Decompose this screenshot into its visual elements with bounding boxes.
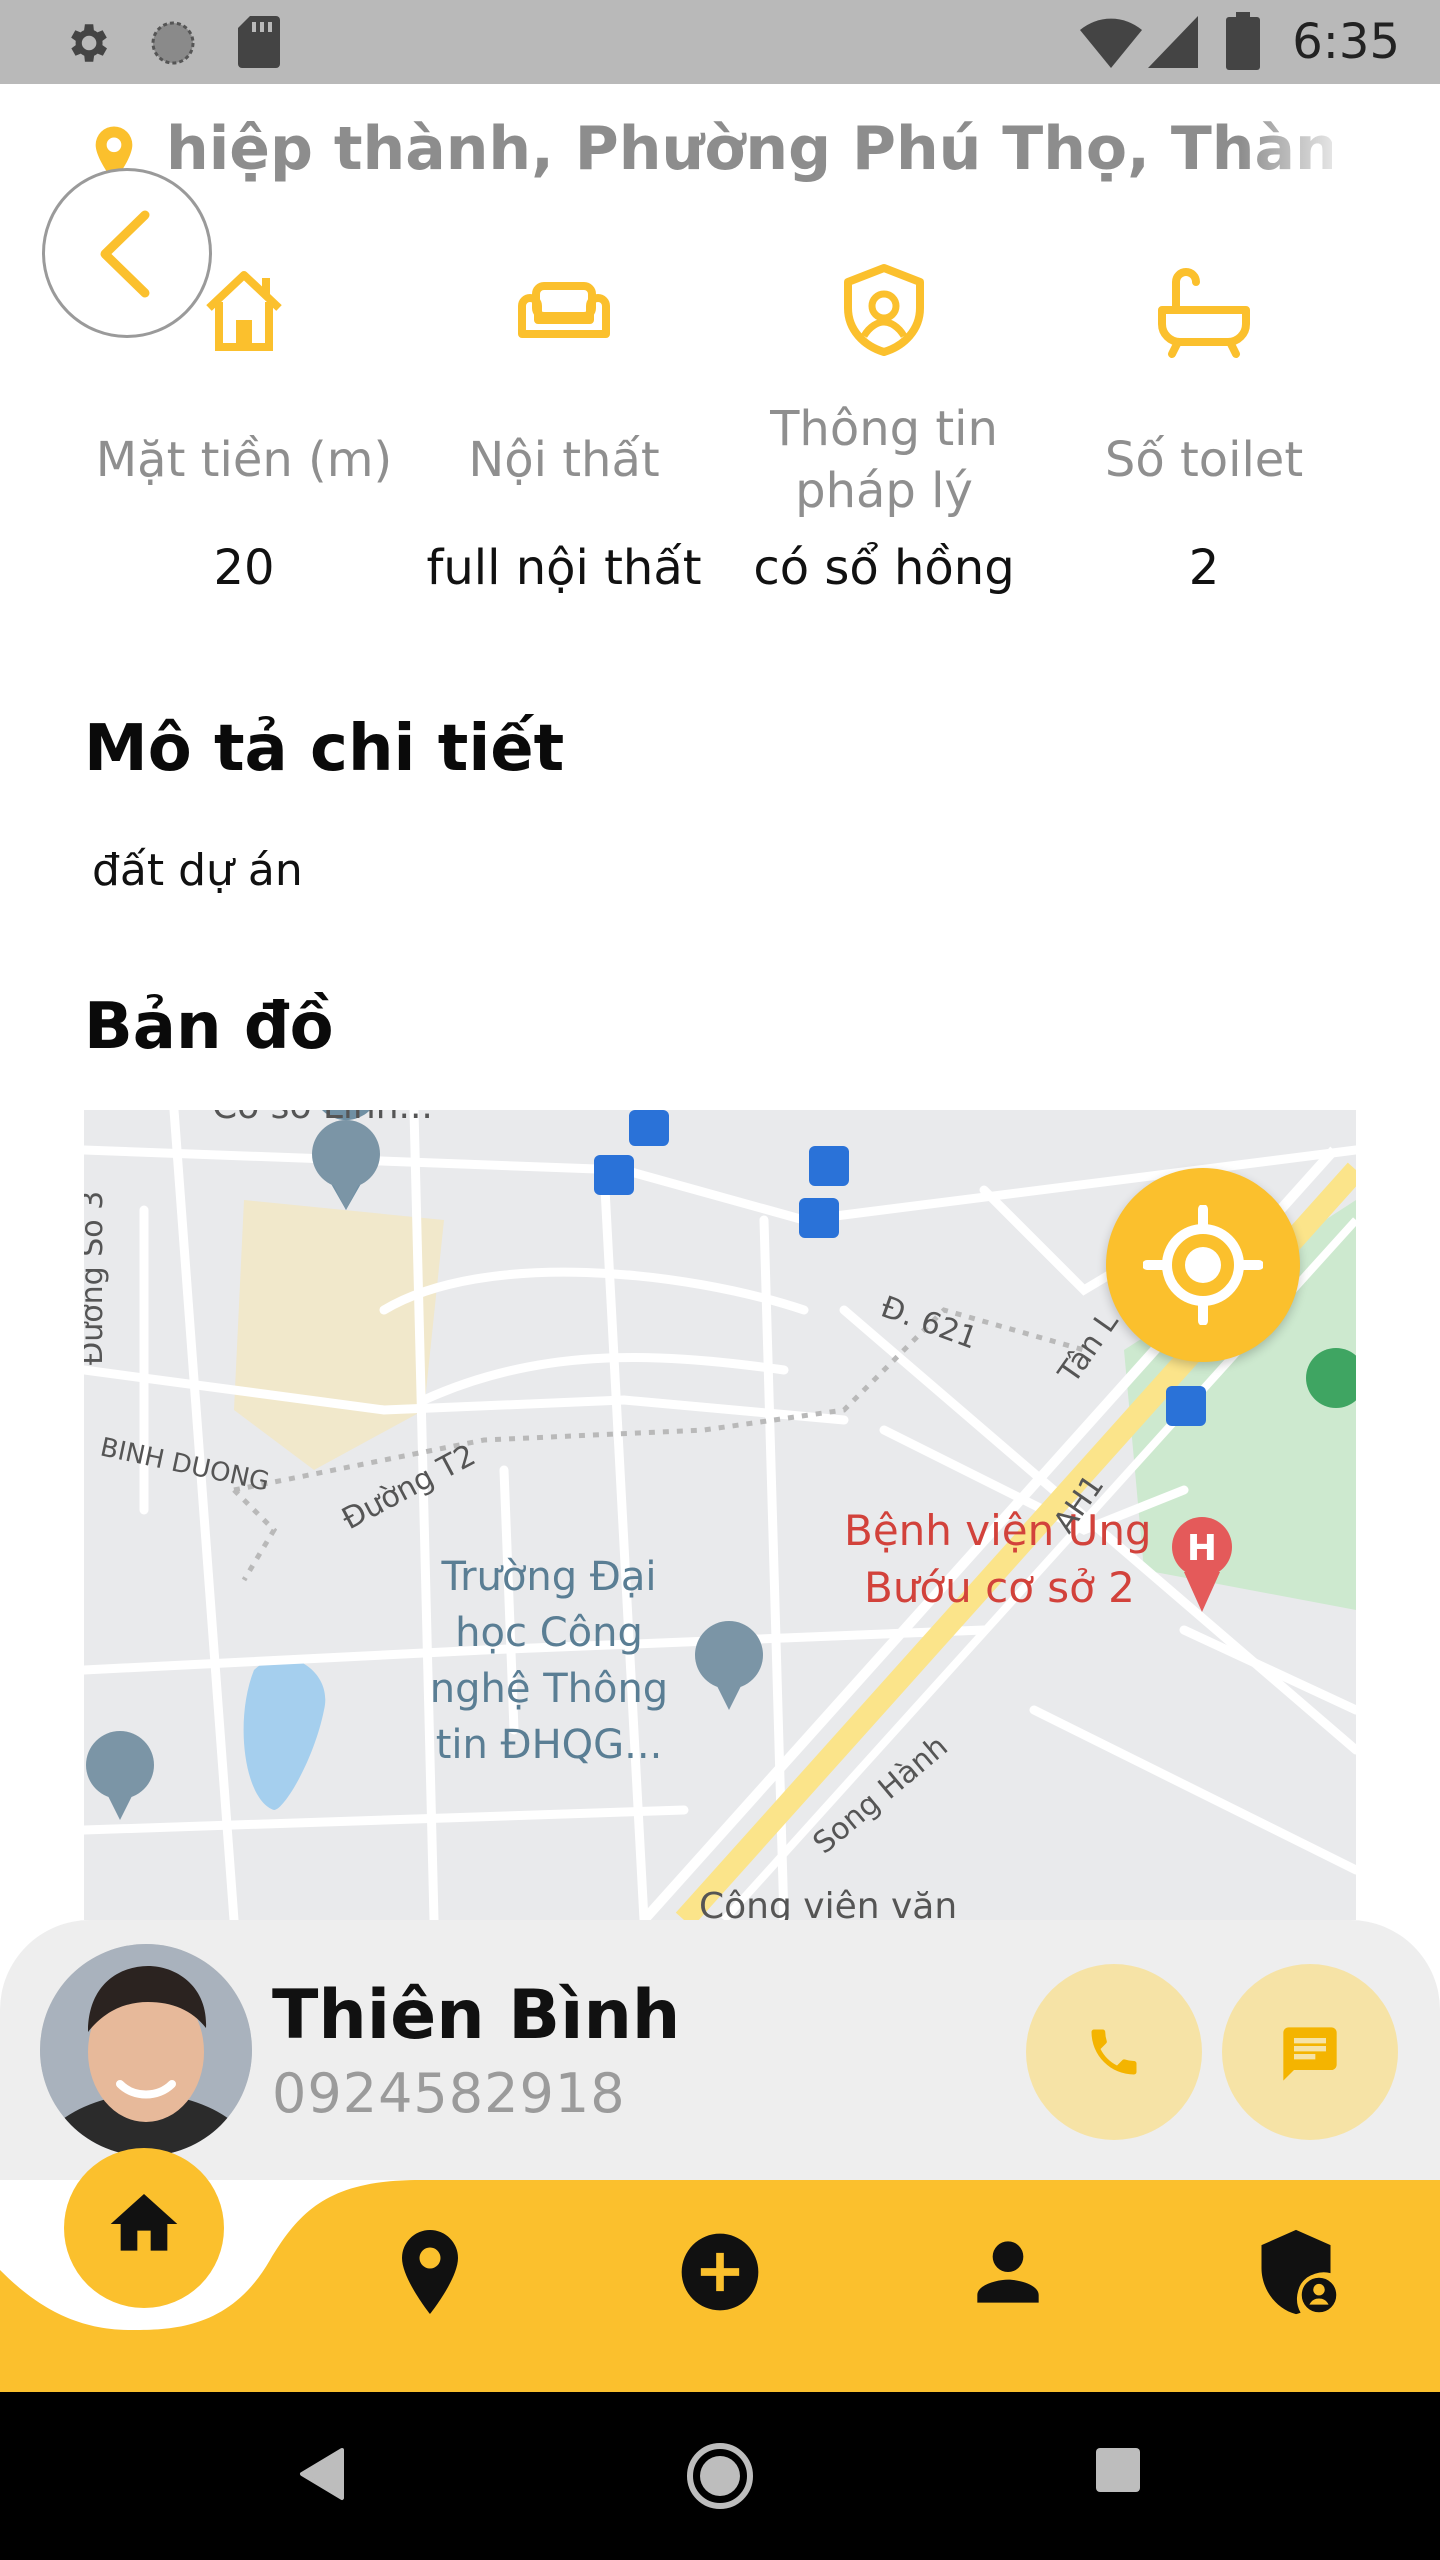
system-home-icon[interactable] — [686, 2442, 754, 2510]
feature-value: 2 — [1188, 540, 1220, 596]
feature-toilets: Số toilet 2 — [1044, 250, 1364, 620]
house-icon — [206, 271, 282, 351]
map-label-hospital-2: Bướu cơ sở 2 — [864, 1563, 1135, 1612]
map-label-place: Cơ sở Linh... — [212, 1110, 433, 1127]
settings-icon — [71, 24, 107, 62]
avatar-image — [40, 1944, 252, 2156]
admin-shield-icon — [1261, 2229, 1341, 2317]
contact-phone[interactable]: 0924582918 — [272, 2062, 626, 2125]
sd-card-icon — [238, 16, 280, 68]
feature-value: full nội thất — [426, 540, 702, 596]
feature-label: Mặt tiền (m) — [95, 432, 393, 488]
system-recents-icon[interactable] — [1096, 2448, 1140, 2492]
status-bar: 6:35 — [0, 0, 1440, 84]
nav-admin-button[interactable] — [1250, 2226, 1342, 2322]
chat-icon — [1283, 2027, 1337, 2081]
system-back-icon[interactable] — [298, 2446, 346, 2502]
map-label-university: Trường Đại — [441, 1554, 657, 1600]
bathtub-icon — [1158, 268, 1250, 358]
message-button[interactable] — [1222, 1964, 1398, 2140]
my-location-button[interactable] — [1106, 1168, 1300, 1362]
nav-home-button[interactable] — [64, 2148, 224, 2308]
feature-value: có sổ hồng — [753, 540, 1015, 596]
map-title: Bản đồ — [84, 990, 334, 1064]
battery-icon — [1226, 12, 1260, 70]
sync-icon — [151, 21, 195, 65]
address-line: hiệp thành, Phường Phú Thọ, Thành phố — [92, 108, 1332, 198]
person-icon — [977, 2241, 1039, 2303]
crosshair-icon — [1143, 1205, 1263, 1325]
map-label-road: Đường Số 3 — [84, 1191, 110, 1365]
map-label-university: nghệ Thông — [430, 1666, 668, 1712]
feature-furniture: Nội thất full nội thất — [404, 250, 724, 620]
description-title: Mô tả chi tiết — [84, 712, 565, 786]
feature-label: Thông tin pháp lý — [770, 401, 998, 519]
feature-value: 20 — [213, 540, 275, 596]
system-navigation-bar — [0, 2392, 1440, 2560]
feature-label: Số toilet — [1104, 432, 1304, 488]
svg-text:H: H — [1187, 1528, 1217, 1569]
nav-add-button[interactable] — [674, 2226, 766, 2322]
call-button[interactable] — [1026, 1964, 1202, 2140]
map-label-hospital: Bệnh viện Ung — [844, 1506, 1152, 1555]
signal-icon — [1148, 16, 1198, 68]
status-time: 6:35 — [1292, 14, 1400, 70]
avatar — [40, 1944, 252, 2156]
contact-name: Thiên Bình — [272, 1976, 681, 2055]
sofa-icon — [518, 282, 610, 338]
property-features: Mặt tiền (m) 20 Nội thất full nội thất T… — [84, 250, 1374, 620]
phone-icon — [1091, 2029, 1137, 2075]
description-text: đất dự án — [92, 845, 303, 896]
address-fade — [1240, 108, 1360, 198]
map-label-university: tin ĐHQG... — [436, 1722, 663, 1768]
home-icon — [110, 2194, 178, 2251]
location-pin-icon — [402, 2230, 458, 2314]
map-label-place: Công viên văn — [699, 1886, 957, 1920]
address-text: hiệp thành, Phường Phú Thọ, Thành phố — [166, 114, 1332, 184]
feature-frontage: Mặt tiền (m) 20 — [84, 250, 404, 620]
map-label-university: học Công — [455, 1610, 643, 1656]
nav-profile-button[interactable] — [962, 2226, 1054, 2322]
add-circle-icon — [681, 2233, 759, 2311]
nav-location-button[interactable] — [388, 2226, 472, 2322]
feature-label: Nội thất — [468, 432, 660, 488]
wifi-icon — [1080, 18, 1142, 68]
shield-icon — [844, 264, 924, 356]
feature-legal: Thông tin pháp lý có sổ hồng — [724, 250, 1044, 620]
